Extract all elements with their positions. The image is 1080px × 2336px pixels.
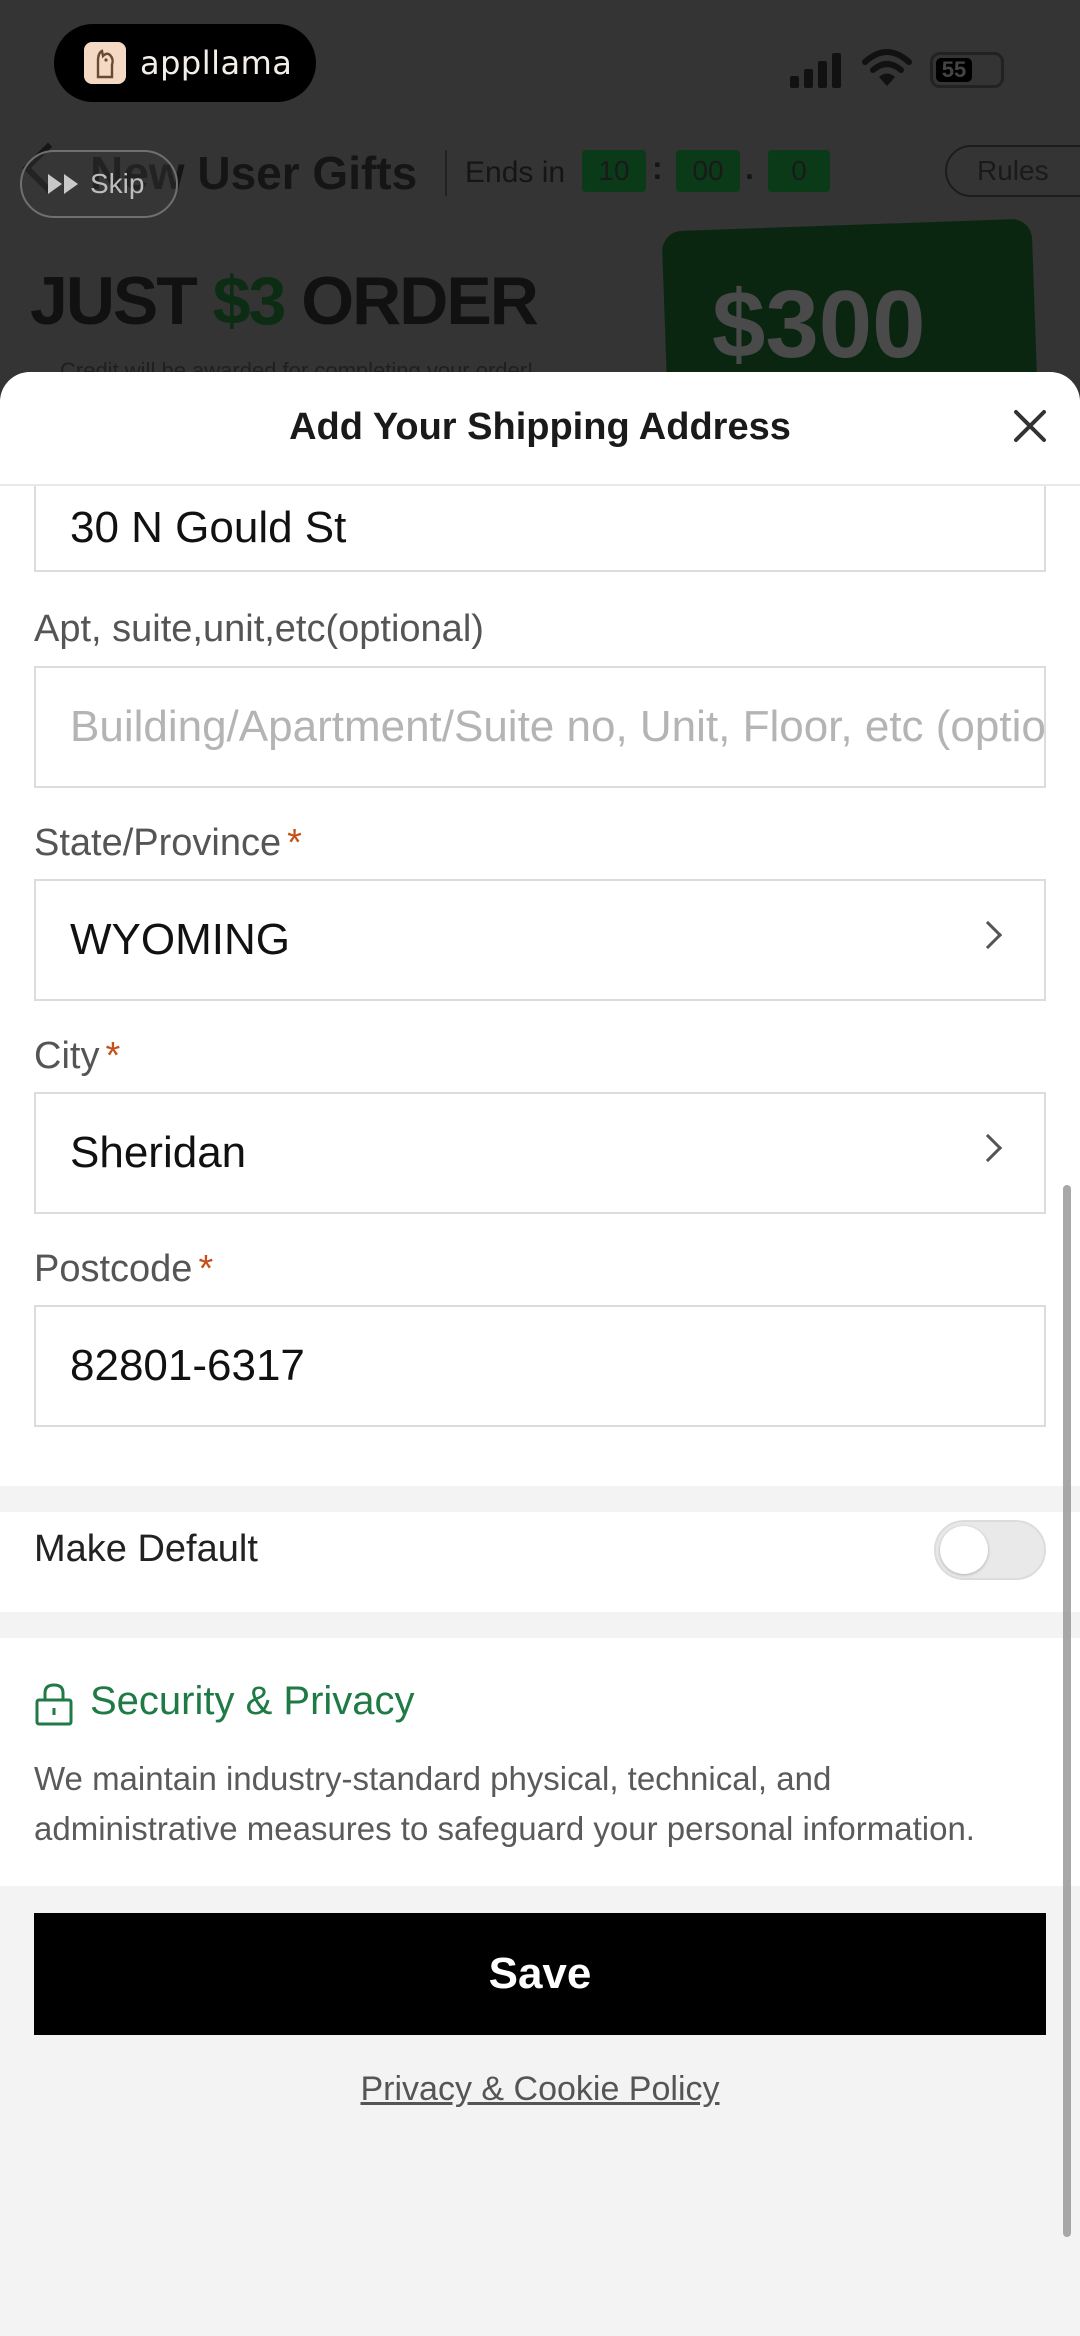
make-default-label: Make Default <box>34 1528 258 1570</box>
postcode-value: 82801-6317 <box>70 1341 305 1390</box>
fast-forward-icon <box>48 174 78 194</box>
postcode-input[interactable]: 82801-6317 <box>34 1305 1046 1427</box>
security-title: Security & Privacy <box>90 1679 415 1723</box>
apt-placeholder: Building/Apartment/Suite no, Unit, Floor… <box>70 702 1046 751</box>
state-value: WYOMING <box>70 915 290 964</box>
state-select[interactable]: WYOMING <box>34 879 1046 1001</box>
required-mark: * <box>198 1248 214 1290</box>
street-address-value: 30 N Gould St <box>70 503 347 552</box>
brand-name: appllama <box>140 44 293 82</box>
title-divider <box>445 150 447 196</box>
scrollbar[interactable] <box>1063 1185 1071 2237</box>
shipping-address-sheet: Add Your Shipping Address 30 N Gould St … <box>0 372 1080 2336</box>
brand-pill: appllama <box>54 24 316 102</box>
lock-icon <box>35 1683 73 1726</box>
wifi-icon <box>862 49 912 86</box>
state-label: State/Province * <box>34 822 302 864</box>
city-select[interactable]: Sheridan <box>34 1092 1046 1214</box>
city-value: Sheridan <box>70 1128 247 1177</box>
skip-button[interactable]: Skip <box>20 150 178 218</box>
section-divider <box>0 1486 1080 1512</box>
battery-icon: 55 <box>930 52 1004 88</box>
city-label: City * <box>34 1035 121 1077</box>
apt-input[interactable]: Building/Apartment/Suite no, Unit, Floor… <box>34 666 1046 788</box>
ends-in-label: Ends in <box>465 156 566 189</box>
timer-colon: : <box>652 150 663 186</box>
required-mark: * <box>287 822 302 864</box>
status-bar: appllama 55 <box>0 0 1080 130</box>
sheet-title: Add Your Shipping Address <box>289 406 791 448</box>
skip-label: Skip <box>90 168 145 199</box>
timer-dot: . <box>745 150 754 186</box>
llama-logo-icon <box>84 42 126 84</box>
timer-hours: 10 <box>582 150 646 192</box>
gift-card-amount: $300 <box>712 271 926 378</box>
action-area: Save Privacy & Cookie Policy <box>0 1886 1080 2336</box>
security-description: We maintain industry-standard physical, … <box>34 1760 975 1847</box>
apt-label: Apt, suite,unit,etc(optional) <box>34 608 484 650</box>
toggle-knob <box>940 1526 988 1574</box>
required-mark: * <box>105 1035 121 1077</box>
timer-tenths: 0 <box>768 150 830 192</box>
signal-icon <box>790 52 841 88</box>
chevron-right-icon <box>973 920 1003 950</box>
chevron-right-icon <box>973 1133 1003 1163</box>
rules-button[interactable]: Rules <box>945 145 1080 197</box>
privacy-cookie-policy-link[interactable]: Privacy & Cookie Policy <box>0 2070 1080 2109</box>
section-divider <box>0 1612 1080 1638</box>
timer-minutes: 00 <box>676 150 740 192</box>
postcode-label: Postcode * <box>34 1248 214 1290</box>
address-form: 30 N Gould St Apt, suite,unit,etc(option… <box>0 450 1080 2336</box>
battery-level: 55 <box>936 58 972 82</box>
close-icon[interactable] <box>1006 402 1054 450</box>
promo-headline: JUST $3 ORDER <box>30 263 539 339</box>
save-button[interactable]: Save <box>34 1913 1046 2035</box>
make-default-toggle[interactable] <box>934 1520 1046 1580</box>
sheet-header: Add Your Shipping Address <box>0 372 1080 486</box>
